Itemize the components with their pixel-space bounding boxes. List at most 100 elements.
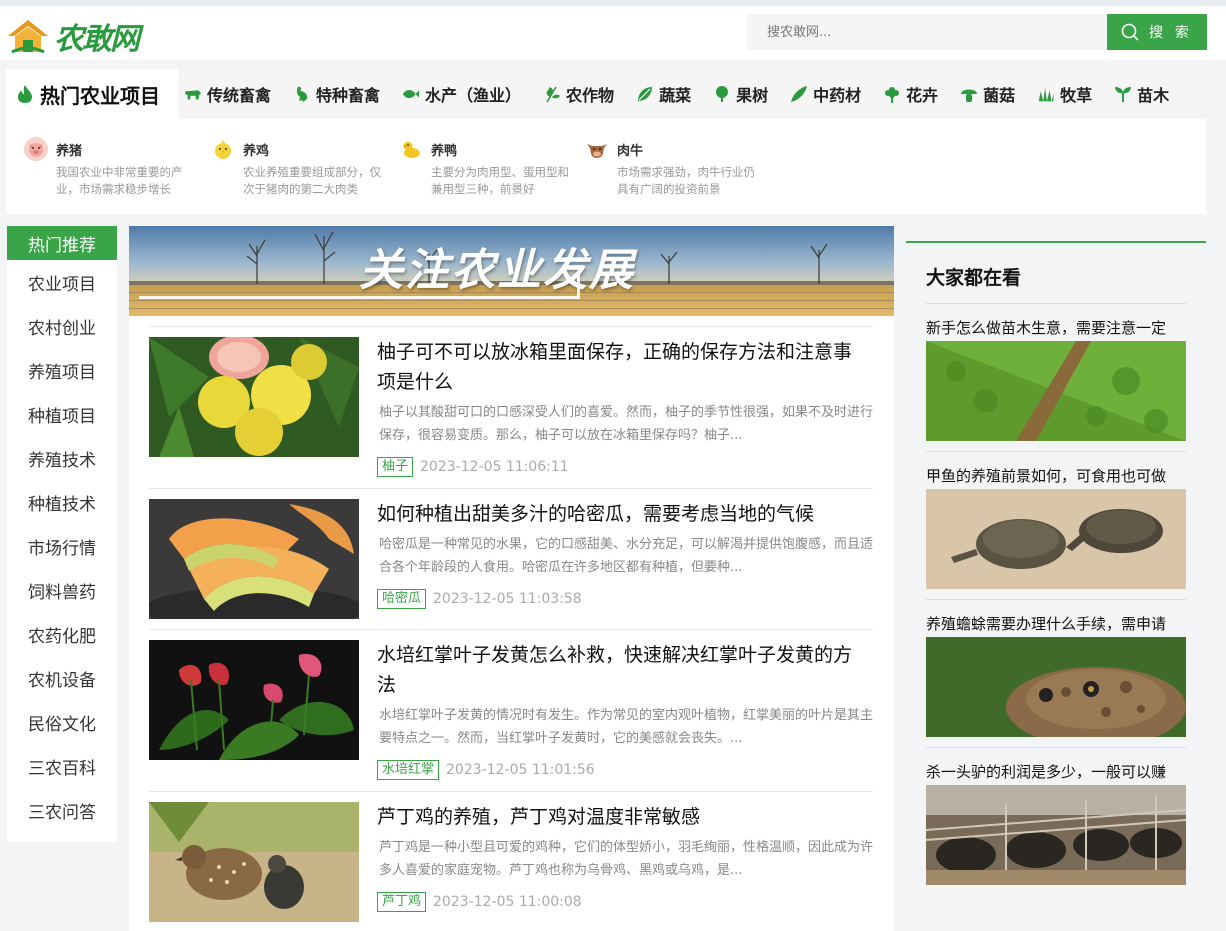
article-thumbnail[interactable] [149, 640, 359, 760]
sidebar-item[interactable]: 市场行情 [7, 524, 117, 568]
article-date: 2023-12-05 11:03:58 [433, 591, 582, 607]
sidebar-item[interactable]: 农村创业 [7, 304, 117, 348]
sidebar-item[interactable]: 农机设备 [7, 656, 117, 700]
category-item[interactable]: 花卉 [883, 82, 938, 106]
search-button[interactable]: 搜 索 [1107, 14, 1207, 50]
article-thumbnail[interactable] [149, 802, 359, 922]
popular-item-image[interactable] [926, 637, 1186, 737]
article-meta: 柚子 2023-12-05 11:06:11 [377, 457, 569, 477]
cantaloupe-image [149, 499, 359, 619]
flower-icon [883, 85, 901, 103]
sidebar-item[interactable]: 种植项目 [7, 392, 117, 436]
subcategory-item[interactable]: 肉牛 市场需求强劲，肉牛行业仍具有广阔的投资前景 [585, 137, 755, 198]
left-sidebar: 热门推荐 农业项目 农村创业 养殖项目 种植项目 养殖技术 种植技术 市场行情 … [7, 226, 117, 842]
mushroom-icon [960, 85, 978, 103]
banner-image[interactable]: 关注农业发展 [129, 226, 894, 316]
sidebar-item[interactable]: 养殖技术 [7, 436, 117, 480]
divider [149, 791, 873, 792]
donkey-farm-image [926, 785, 1186, 885]
quail-image [149, 802, 359, 922]
popular-item-image[interactable] [926, 489, 1186, 589]
sidebar-item[interactable]: 农业项目 [7, 260, 117, 304]
nursery-image [926, 341, 1186, 441]
sidebar-item[interactable]: 三农问答 [7, 788, 117, 832]
article-date: 2023-12-05 11:06:11 [420, 459, 569, 475]
category-subpanel: 养猪 我国农业中非常重要的产业，市场需求稳步增长 养鸡 农业养殖重要组成部分，仅… [6, 119, 1206, 214]
article-item[interactable]: 水培红掌叶子发黄怎么补救，快速解决红掌叶子发黄的方法 水培红掌叶子发黄的情况时有… [149, 640, 874, 780]
article-date: 2023-12-05 11:00:08 [433, 894, 582, 910]
popular-item-title[interactable]: 新手怎么做苗木生意，需要注意一定 [926, 317, 1186, 338]
divider [149, 629, 873, 630]
toad-image [926, 637, 1186, 737]
category-list: 传统畜禽 特种畜禽 水产（渔业） 农作物 蔬菜 果树 中药材 花卉 菌菇 牧草 … [184, 69, 1191, 119]
article-summary: 柚子以其酸甜可口的口感深受人们的喜爱。然而，柚子的季节性很强，如果不及时进行保存… [379, 405, 874, 443]
search-icon [1121, 23, 1139, 41]
category-item[interactable]: 牧草 [1037, 82, 1092, 106]
article-tag[interactable]: 柚子 [377, 457, 414, 477]
search-input[interactable] [747, 14, 1107, 50]
chick-icon [211, 137, 235, 161]
article-thumbnail[interactable] [149, 337, 359, 457]
site-header: 农敢网 搜 索 [0, 0, 1226, 60]
article-title[interactable]: 芦丁鸡的养殖，芦丁鸡对温度非常敏感 [377, 802, 867, 832]
site-logo[interactable]: 农敢网 [6, 14, 140, 58]
article-thumbnail[interactable] [149, 499, 359, 619]
divider [149, 488, 873, 489]
divider [926, 747, 1186, 748]
article-tag[interactable]: 水培红掌 [377, 760, 440, 780]
category-item[interactable]: 水产（渔业） [402, 82, 521, 106]
category-item[interactable]: 传统畜禽 [184, 82, 271, 106]
sidebar-heading[interactable]: 热门推荐 [7, 226, 117, 260]
article-title[interactable]: 水培红掌叶子发黄怎么补救，快速解决红掌叶子发黄的方法 [377, 640, 867, 700]
article-title[interactable]: 如何种植出甜美多汁的哈密瓜，需要考虑当地的气候 [377, 499, 867, 529]
category-item[interactable]: 蔬菜 [636, 82, 691, 106]
popular-item-title[interactable]: 甲鱼的养殖前景如何，可食用也可做 [926, 465, 1186, 486]
article-summary: 芦丁鸡是一种小型且可爱的鸡种，它们的体型娇小，羽毛绚丽，性格温顺，因此成为许多人… [379, 840, 874, 878]
sidebar-item[interactable]: 农药化肥 [7, 612, 117, 656]
article-summary: 哈密瓜是一种常见的水果，它的口感甜美、水分充足，可以解渴并提供饱腹感，而且适合各… [379, 537, 874, 575]
category-item[interactable]: 苗木 [1114, 82, 1169, 106]
logo-text: 农敢网 [54, 22, 140, 57]
sidebar-item[interactable]: 三农百科 [7, 744, 117, 788]
subcategory-item[interactable]: 养鸡 农业养殖重要组成部分，仅次于猪肉的第二大肉类 [211, 137, 381, 198]
pig-icon [24, 137, 48, 161]
article-tag[interactable]: 哈密瓜 [377, 589, 427, 609]
article-item[interactable]: 柚子可不可以放冰箱里面保存，正确的保存方法和注意事项是什么 柚子以其酸甜可口的口… [149, 337, 874, 477]
article-meta: 芦丁鸡 2023-12-05 11:00:08 [377, 892, 582, 912]
house-logo-icon [8, 20, 48, 54]
subcategory-item[interactable]: 养猪 我国农业中非常重要的产业，市场需求稳步增长 [24, 137, 194, 198]
banner-slogan: 关注农业发展 [359, 245, 635, 296]
category-item[interactable]: 菌菇 [960, 82, 1015, 106]
grass-icon [1037, 85, 1055, 103]
sidebar-item[interactable]: 种植技术 [7, 480, 117, 524]
vegetable-icon [636, 85, 654, 103]
popular-item-title[interactable]: 杀一头驴的利润是多少，一般可以赚 [926, 761, 1186, 782]
pomelo-image [149, 337, 359, 457]
article-tag[interactable]: 芦丁鸡 [377, 892, 427, 912]
popular-item-title[interactable]: 养殖蟾蜍需要办理什么手续，需申请 [926, 613, 1186, 634]
article-date: 2023-12-05 11:01:56 [446, 762, 595, 778]
category-item[interactable]: 果树 [713, 82, 768, 106]
fish-icon [402, 85, 420, 103]
article-item[interactable]: 芦丁鸡的养殖，芦丁鸡对温度非常敏感 芦丁鸡是一种小型且可爱的鸡种，它们的体型娇小… [149, 802, 873, 922]
popular-heading: 大家都在看 [926, 267, 1022, 289]
article-item[interactable]: 如何种植出甜美多汁的哈密瓜，需要考虑当地的气候 哈密瓜是一种常见的水果，它的口感… [149, 499, 873, 619]
tab-hot-projects-label: 热门农业项目 [40, 83, 160, 108]
category-item[interactable]: 中药材 [790, 82, 861, 106]
article-meta: 水培红掌 2023-12-05 11:01:56 [377, 760, 595, 780]
sidebar-item[interactable]: 养殖项目 [7, 348, 117, 392]
rooster-icon [293, 85, 311, 103]
popular-item-image[interactable] [926, 785, 1186, 885]
tab-hot-projects[interactable]: 热门农业项目 [6, 69, 178, 119]
subcategory-item[interactable]: 养鸭 主要分为肉用型、蛋用型和兼用型三种，前景好 [399, 137, 569, 198]
sidebar-item[interactable]: 民俗文化 [7, 700, 117, 744]
search-button-label: 搜 索 [1149, 24, 1193, 40]
category-item[interactable]: 特种畜禽 [293, 82, 380, 106]
article-summary: 水培红掌叶子发黄的情况时有发生。作为常见的室内观叶植物，红掌美丽的叶片是其主要特… [379, 708, 874, 746]
sidebar-item[interactable]: 饲料兽药 [7, 568, 117, 612]
popular-item-image[interactable] [926, 341, 1186, 441]
banner-underline-tick [577, 274, 580, 299]
category-item[interactable]: 农作物 [543, 82, 614, 106]
article-title[interactable]: 柚子可不可以放冰箱里面保存，正确的保存方法和注意事项是什么 [377, 337, 867, 397]
cow-icon [184, 85, 202, 103]
